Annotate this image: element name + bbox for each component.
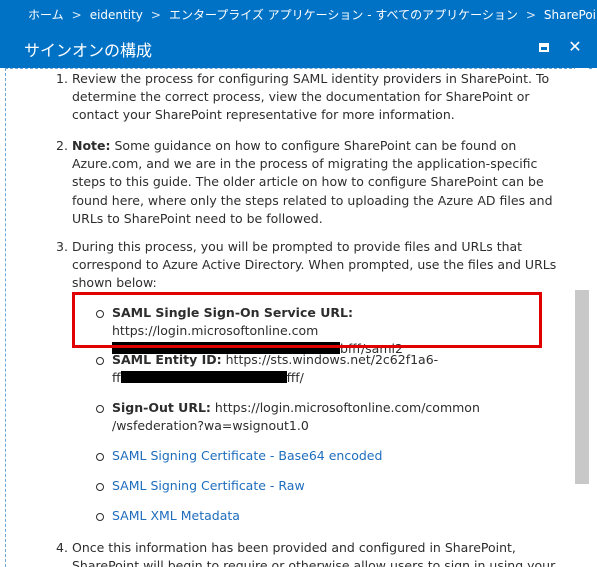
circle-bullet-icon: [96, 513, 104, 521]
circle-bullet-icon: [96, 357, 104, 365]
breadcrumb-sharepoint-sso[interactable]: SharePoint - シングル サインオン: [544, 6, 597, 23]
note-label: Note:: [72, 138, 111, 153]
circle-bullet-icon: [96, 483, 104, 491]
cert-base64-link[interactable]: SAML Signing Certificate - Base64 encode…: [112, 448, 382, 463]
note-text: Some guidance on how to configure ShareP…: [72, 138, 553, 226]
blade-title: サインオンの構成: [24, 40, 153, 60]
circle-bullet-icon: [96, 453, 104, 461]
step-text: Once this information has been provided …: [72, 540, 556, 567]
step-text: Note: Some guidance on how to configure …: [72, 137, 562, 228]
step-number: 3.: [56, 239, 68, 254]
highlight-box: [72, 292, 542, 348]
breadcrumb-separator: >: [150, 7, 161, 22]
step-text: During this process, you will be prompte…: [72, 239, 557, 291]
step-number: 4.: [56, 540, 68, 555]
breadcrumb-separator: >: [71, 7, 82, 22]
maximize-icon[interactable]: [535, 38, 553, 56]
breadcrumb: ホーム > eidentity > エンタープライズ アプリケーション - すべ…: [0, 0, 597, 29]
signout-url-value-line2: /wsfederation?wa=wsignout1.0: [112, 418, 309, 434]
breadcrumb-separator: >: [525, 7, 536, 22]
entity-id-value-tail: fff/: [286, 370, 304, 386]
xml-metadata-link[interactable]: SAML XML Metadata: [112, 508, 240, 523]
breadcrumb-enterprise-apps[interactable]: エンタープライズ アプリケーション - すべてのアプリケーション: [169, 6, 518, 23]
entity-id-value: https://sts.windows.net/2c62f1a6-: [225, 352, 439, 367]
blade-header: サインオンの構成: [0, 29, 597, 68]
signout-url-value: https://login.microsoftonline.com/common: [214, 400, 480, 415]
step-number: 2.: [56, 138, 68, 153]
cert-raw-link[interactable]: SAML Signing Certificate - Raw: [112, 478, 305, 493]
step-number: 1.: [56, 71, 68, 86]
circle-bullet-icon: [96, 405, 104, 413]
entity-id-label: SAML Entity ID:: [112, 352, 222, 367]
redaction-bar: [120, 371, 287, 384]
entity-id-value-head: ff: [112, 370, 121, 386]
step-text: Review the process for configuring SAML …: [72, 71, 550, 123]
scrollbar-thumb[interactable]: [575, 290, 589, 484]
breadcrumb-home[interactable]: ホーム: [28, 6, 64, 23]
breadcrumb-tenant[interactable]: eidentity: [90, 8, 143, 22]
close-icon[interactable]: ✕: [566, 38, 584, 56]
signout-url-label: Sign-Out URL:: [112, 400, 211, 415]
